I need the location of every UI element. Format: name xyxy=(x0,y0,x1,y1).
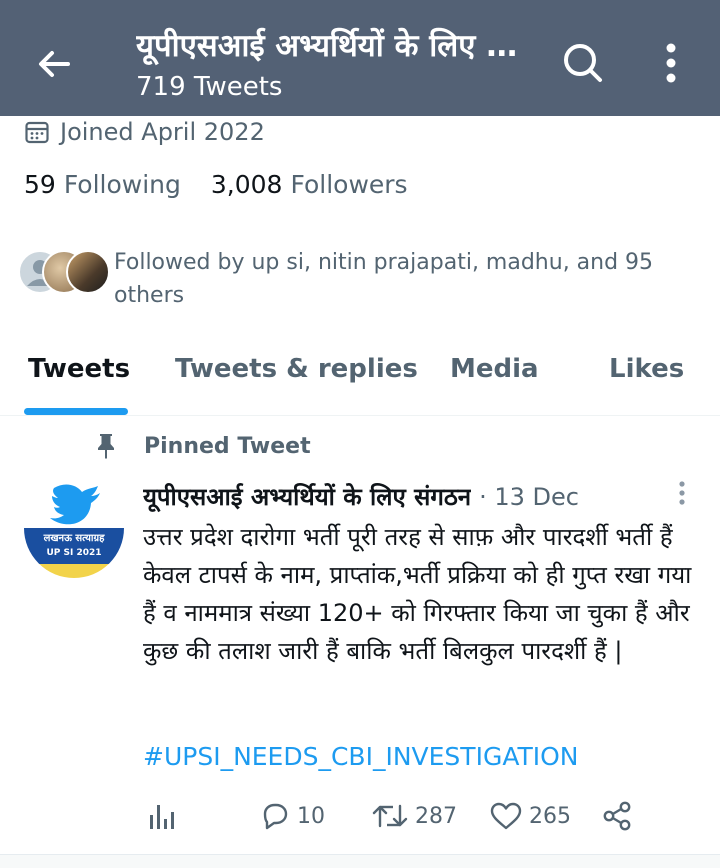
reply-button[interactable]: 10 xyxy=(259,796,325,836)
avatar-text-1: लखनऊ सत्याग्रह xyxy=(43,533,106,544)
followers-label: Followers xyxy=(290,170,408,199)
pinned-tweet-label: Pinned Tweet xyxy=(94,432,311,460)
pinned-label-text: Pinned Tweet xyxy=(144,433,311,459)
tweet-more-button[interactable] xyxy=(668,478,696,512)
joined-label: Joined April 2022 xyxy=(60,118,265,146)
followed-by-text: Followed by up si, nitin prajapati, madh… xyxy=(114,250,654,308)
following-count: 59 xyxy=(24,170,56,199)
active-tab-indicator xyxy=(24,408,128,415)
followed-by-section[interactable]: Followed by up si, nitin prajapati, madh… xyxy=(18,246,653,308)
following-link[interactable]: 59 Following xyxy=(24,170,181,199)
more-vertical-icon xyxy=(666,43,676,83)
more-vertical-icon xyxy=(679,481,685,505)
tweet-text: उत्तर प्रदेश दारोगा भर्ती पूरी तरह से सा… xyxy=(143,523,692,665)
tab-likes[interactable]: Likes xyxy=(609,354,684,384)
heart-icon xyxy=(490,802,522,830)
following-label: Following xyxy=(63,170,181,199)
followers-count: 3,008 xyxy=(210,170,283,199)
followers-link[interactable]: 3,008 Followers xyxy=(211,170,408,199)
tweet-actions: 10 287 265 xyxy=(143,796,703,840)
analytics-button[interactable] xyxy=(147,796,181,836)
tweet-header: यूपीएसआई अभ्यर्थियों के लिए संगठन · 13 D… xyxy=(143,480,703,513)
share-icon xyxy=(603,801,631,831)
arrow-left-icon xyxy=(39,51,70,77)
avatar-text-2: UP SI 2021 xyxy=(46,548,101,558)
follower-avatar-photo-2 xyxy=(66,250,110,294)
like-button[interactable]: 265 xyxy=(489,796,571,836)
tab-tweets-and-replies[interactable]: Tweets & replies xyxy=(175,354,418,384)
pin-icon xyxy=(98,434,114,459)
analytics-icon xyxy=(150,805,174,829)
top-app-bar: यूपीएसआई अभ्यर्थियों के लिए संगठन 719 Tw… xyxy=(0,0,720,116)
tweet-divider xyxy=(0,854,720,868)
follower-avatars xyxy=(18,246,110,296)
retweet-icon xyxy=(372,804,408,828)
follow-stats: 59 Following 3,008 Followers xyxy=(24,170,438,199)
profile-tabs: Tweets Tweets & replies Media Likes xyxy=(0,340,720,416)
tweet-author-name[interactable]: यूपीएसआई अभ्यर्थियों के लिए संगठन xyxy=(143,480,471,513)
tweet-date[interactable]: · 13 Dec xyxy=(479,483,579,511)
tweet-author-avatar[interactable]: लखनऊ सत्याग्रह UP SI 2021 xyxy=(24,478,124,578)
tweet-hashtag-link[interactable]: #UPSI_NEEDS_CBI_INVESTIGATION xyxy=(143,742,579,771)
retweet-count: 287 xyxy=(415,803,457,829)
joined-date: Joined April 2022 xyxy=(24,114,265,150)
tab-tweets[interactable]: Tweets xyxy=(28,354,130,384)
tab-media[interactable]: Media xyxy=(450,354,539,384)
calendar-icon xyxy=(25,121,49,144)
search-icon xyxy=(564,44,602,82)
retweet-button[interactable]: 287 xyxy=(371,796,457,836)
like-count: 265 xyxy=(529,803,571,829)
tweet-count: 719 Tweets xyxy=(136,72,283,102)
share-button[interactable] xyxy=(601,796,639,836)
more-options-button[interactable] xyxy=(646,38,696,88)
reply-icon xyxy=(263,803,288,830)
reply-count: 10 xyxy=(297,803,325,829)
back-button[interactable] xyxy=(30,40,78,88)
search-button[interactable] xyxy=(558,38,608,88)
profile-name-title: यूपीएसआई अभ्यर्थियों के लिए संगठन xyxy=(136,28,536,64)
